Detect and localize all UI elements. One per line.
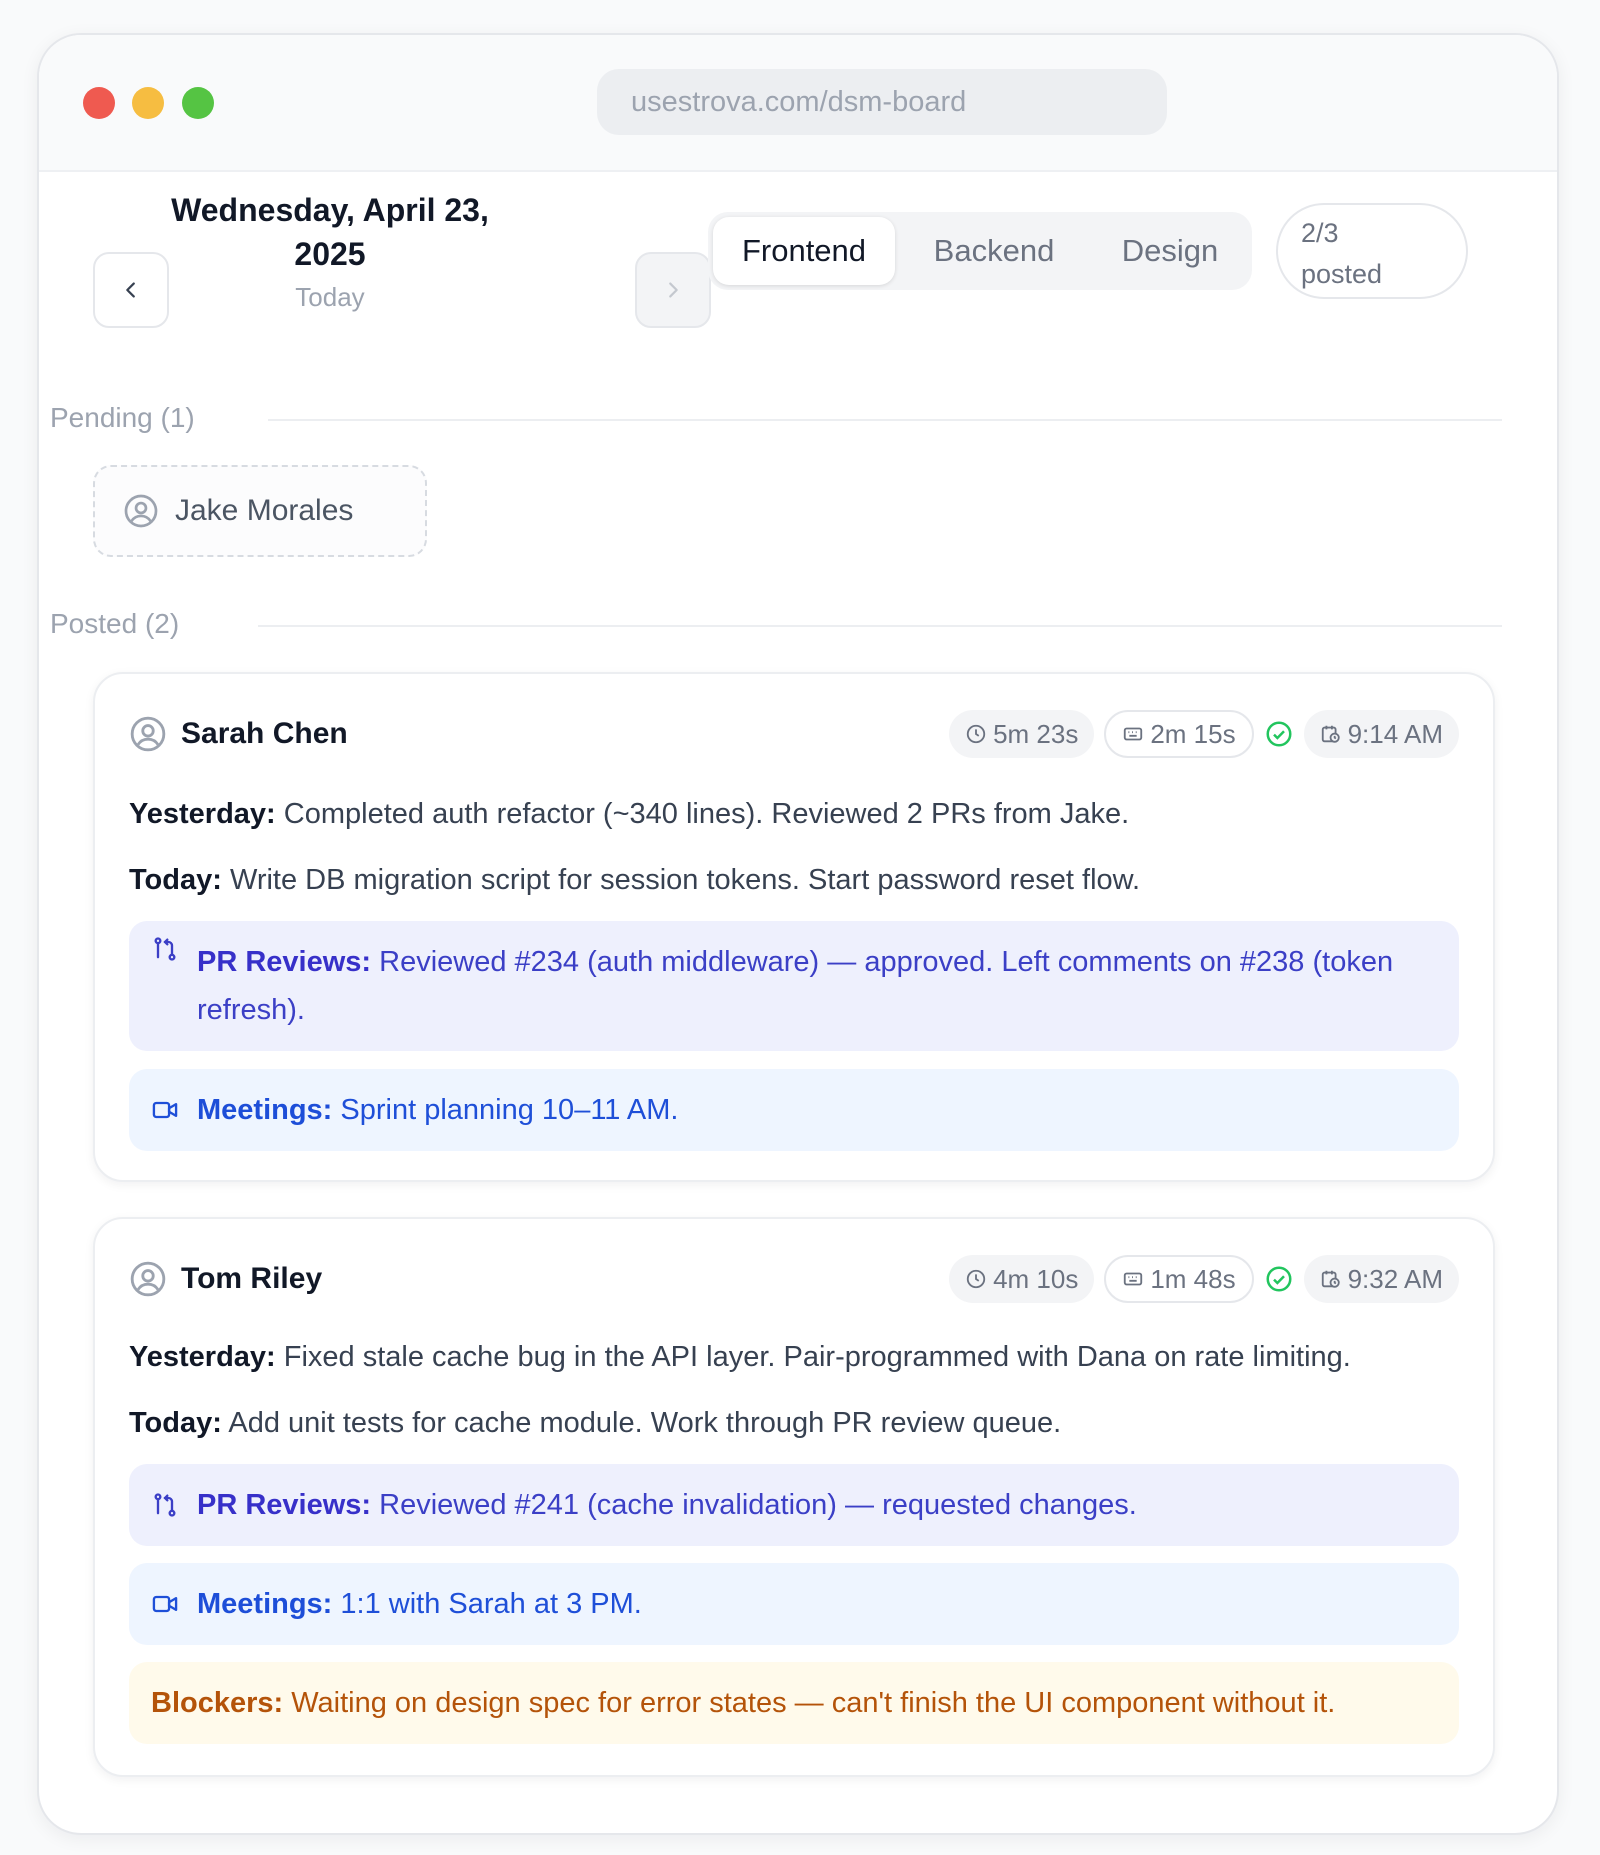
meetings-value: Sprint planning 10–11 AM. [340,1094,679,1126]
card-badges: 5m 23s 2m 15s 9:14 AM [949,710,1459,758]
posted-time-value: 9:32 AM [1347,1263,1443,1294]
minimize-window-button[interactable] [132,87,164,119]
today-text: Add unit tests for cache module. Work th… [228,1407,1062,1439]
pr-reviews-text: PR Reviews: Reviewed #241 (cache invalid… [197,1481,1435,1529]
git-pull-request-icon [154,1493,176,1517]
posted-section-label: Posted (2) [50,608,180,639]
card-header: Sarah Chen 5m 23s 2m 15s 9:14 AM [129,710,1459,758]
check-circle-icon [1264,719,1294,749]
blockers-text: Blockers: Waiting on design spec for err… [151,1679,1435,1727]
person-name: Sarah Chen [181,717,348,750]
tab-backend[interactable]: Backend [895,217,1093,285]
user-circle-icon [130,1261,166,1297]
posted-time-badge: 9:14 AM [1303,710,1459,758]
meetings-text: Meetings: Sprint planning 10–11 AM. [197,1086,1435,1134]
video-icon [152,1101,178,1119]
date-subtitle: Today [295,282,365,312]
card-badges: 4m 10s 1m 48s 9:32 AM [949,1255,1459,1303]
browser-titlebar: usestrova.com/dsm-board [39,35,1557,172]
chevron-right-icon [669,282,678,298]
user-circle-icon [130,716,166,752]
clock-icon [966,724,986,744]
standup-card: Sarah Chen 5m 23s 2m 15s 9:14 AM Yesterd… [93,672,1495,1182]
today-label: Today: [129,1407,222,1439]
date-display: Wednesday, April 23, 2025 Today [160,188,500,313]
yesterday-line: Yesterday: Completed auth refactor (~340… [129,794,1459,834]
close-window-button[interactable] [83,87,115,119]
video-icon [152,1595,178,1613]
pending-person-name: Jake Morales [175,494,354,527]
pr-reviews-value: Reviewed #234 (auth middleware) — approv… [197,946,1394,1026]
pr-reviews-value: Reviewed #241 (cache invalidation) — req… [379,1489,1137,1521]
tab-design[interactable]: Design [1093,217,1247,285]
yesterday-label: Yesterday: [129,798,276,830]
pr-reviews-text: PR Reviews: Reviewed #234 (auth middlewa… [197,938,1435,1034]
meetings-box: Meetings: Sprint planning 10–11 AM. [129,1069,1459,1151]
blockers-box: Blockers: Waiting on design spec for err… [129,1662,1459,1744]
tab-frontend[interactable]: Frontend [713,217,895,285]
previous-day-button[interactable] [93,252,169,328]
duration-value: 4m 10s [993,1263,1079,1294]
blockers-label: Blockers: [151,1687,284,1719]
typing-time-badge: 1m 48s [1104,1255,1254,1303]
meetings-box: Meetings: 1:1 with Sarah at 3 PM. [129,1563,1459,1645]
pending-person-chip[interactable]: Jake Morales [93,465,427,557]
posted-word: posted [1301,259,1383,289]
yesterday-text: Completed auth refactor (~340 lines). Re… [283,798,1130,830]
yesterday-text: Fixed stale cache bug in the API layer. … [283,1341,1351,1373]
user-circle-icon [124,494,158,528]
pending-divider [268,419,1502,421]
meetings-label: Meetings: [197,1588,333,1620]
meetings-label: Meetings: [197,1094,333,1126]
calendar-clock-icon [1321,1270,1340,1288]
card-header: Tom Riley 4m 10s 1m 48s 9:32 AM [129,1255,1459,1303]
typing-time-value: 1m 48s [1150,1263,1236,1294]
pr-reviews-label: PR Reviews: [197,946,372,978]
duration-value: 5m 23s [993,718,1079,749]
keyboard-icon [1124,727,1143,741]
date-title: Wednesday, April 23, 2025 [171,192,489,272]
duration-badge: 5m 23s [949,710,1095,758]
check-circle-icon [1264,1264,1294,1294]
today-text: Write DB migration script for session to… [229,864,1141,896]
pr-reviews-box: PR Reviews: Reviewed #234 (auth middlewa… [129,921,1459,1051]
today-label: Today: [129,864,222,896]
pr-reviews-label: PR Reviews: [197,1489,372,1521]
standup-card: Tom Riley 4m 10s 1m 48s 9:32 AM Yesterda… [93,1217,1495,1777]
person-name: Tom Riley [181,1262,323,1295]
keyboard-icon [1124,1272,1143,1286]
posted-time-value: 9:14 AM [1347,718,1443,749]
today-line: Today: Add unit tests for cache module. … [129,1403,1459,1443]
posted-count: 2/3 [1301,218,1339,248]
posted-status-badge: 2/3 posted [1276,203,1468,299]
meetings-value: 1:1 with Sarah at 3 PM. [340,1588,642,1620]
today-line: Today: Write DB migration script for ses… [129,860,1459,900]
yesterday-label: Yesterday: [129,1341,276,1373]
team-tabs: Frontend Backend Design [708,212,1252,290]
address-bar[interactable]: usestrova.com/dsm-board [597,69,1167,135]
calendar-clock-icon [1321,725,1340,743]
chevron-left-icon [126,282,135,298]
next-day-button[interactable] [635,252,711,328]
yesterday-line: Yesterday: Fixed stale cache bug in the … [129,1337,1459,1377]
maximize-window-button[interactable] [182,87,214,119]
posted-divider [258,625,1502,627]
posted-time-badge: 9:32 AM [1303,1255,1459,1303]
typing-time-badge: 2m 15s [1104,710,1254,758]
blockers-value: Waiting on design spec for error states … [291,1687,1336,1719]
meetings-text: Meetings: 1:1 with Sarah at 3 PM. [197,1580,1435,1628]
clock-icon [966,1269,986,1289]
duration-badge: 4m 10s [949,1255,1095,1303]
git-pull-request-icon [154,937,176,961]
typing-time-value: 2m 15s [1150,718,1236,749]
pending-section-label: Pending (1) [50,402,195,433]
pr-reviews-box: PR Reviews: Reviewed #241 (cache invalid… [129,1464,1459,1546]
